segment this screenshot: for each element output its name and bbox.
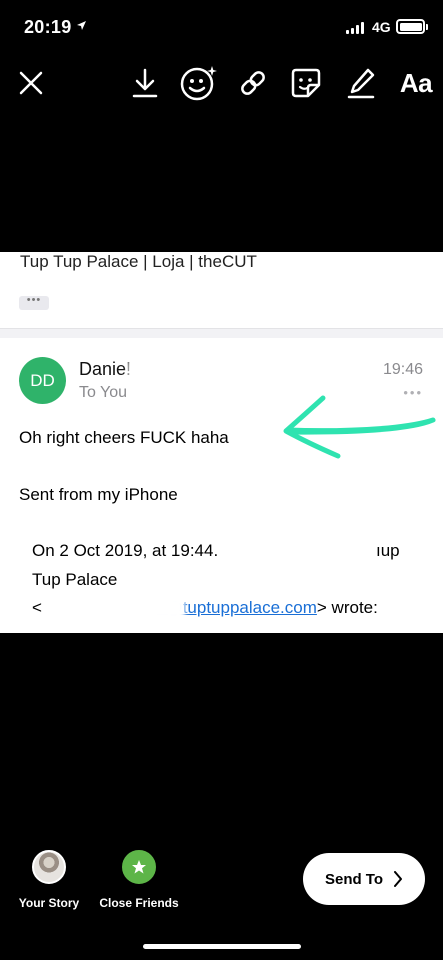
link-button[interactable]	[236, 62, 270, 104]
signal-icon	[346, 22, 364, 34]
location-arrow-icon	[77, 21, 86, 30]
battery-icon	[396, 19, 428, 34]
status-time: 20:19	[24, 17, 72, 37]
close-friends-star-icon	[122, 850, 156, 884]
quote-header-line: On 2 Oct 2019, at 19:44.	[32, 541, 219, 560]
effects-button[interactable]	[178, 62, 220, 104]
story-toolbar: Aa	[0, 62, 443, 104]
send-to-label: Send To	[324, 870, 384, 888]
send-to-button[interactable]: Send To	[303, 853, 425, 905]
redaction-blur	[45, 596, 185, 620]
your-story-label: Your Story	[18, 896, 80, 910]
quote-wrote: > wrote:	[316, 598, 378, 617]
quote-header-line-end: ıup	[376, 541, 400, 560]
avatar	[32, 850, 66, 884]
draw-button[interactable]	[344, 62, 378, 104]
status-bar: 20:19 4G	[0, 0, 443, 52]
your-story-button[interactable]: Your Story	[4, 850, 94, 910]
link-icon	[241, 71, 265, 95]
close-friends-button[interactable]: Close Friends	[94, 850, 184, 910]
redaction-blur	[128, 360, 208, 380]
expand-quote-chip: •••	[19, 295, 49, 310]
close-friends-label: Close Friends	[99, 896, 179, 910]
download-button[interactable]	[128, 62, 162, 104]
quote-header-line: Tup Palace	[32, 570, 118, 589]
download-icon	[132, 68, 158, 98]
pen-icon	[347, 68, 375, 99]
text-tool-button[interactable]: Aa	[396, 62, 436, 104]
body-line: Oh right cheers FUCK haha	[19, 428, 229, 447]
recipient-label: To You	[79, 384, 128, 401]
sender-name: Danie!	[79, 359, 132, 379]
redaction-blur	[222, 540, 372, 562]
chevron-right-icon	[394, 871, 403, 887]
network-label: 4G	[372, 19, 391, 35]
quote-bracket: <	[32, 598, 42, 617]
sparkle-face-icon	[180, 66, 217, 101]
close-icon	[19, 71, 43, 95]
sender-avatar: DD	[19, 357, 66, 404]
home-indicator	[143, 944, 301, 949]
drawn-arrow-icon	[283, 395, 436, 459]
close-button[interactable]	[16, 62, 46, 104]
sticker-button[interactable]	[289, 62, 323, 104]
sticker-icon	[291, 68, 321, 98]
previous-subject: Tup Tup Palace | Loja | theCUT	[20, 252, 257, 271]
message-separator	[0, 328, 443, 338]
signature-line: Sent from my iPhone	[19, 485, 178, 504]
message-time: 19:46	[382, 361, 423, 378]
